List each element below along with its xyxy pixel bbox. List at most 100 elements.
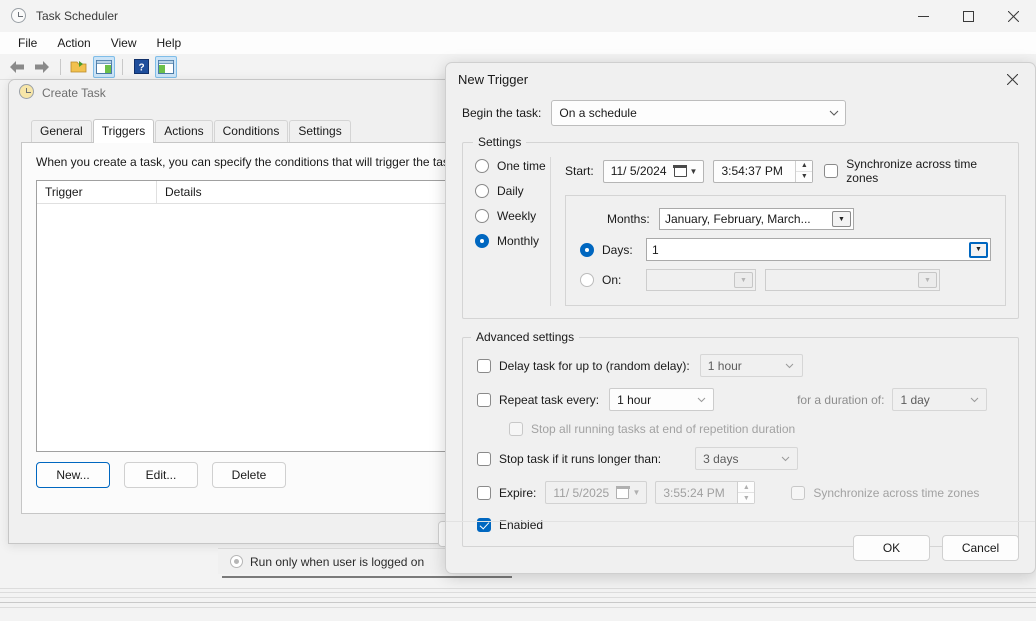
radio-indicator	[475, 209, 489, 223]
repeat-task-checkbox[interactable]	[477, 392, 491, 407]
begin-task-value: On a schedule	[559, 106, 637, 120]
menu-view[interactable]: View	[101, 33, 147, 53]
ok-button[interactable]: OK	[853, 534, 930, 561]
start-row: Start: 11/ 5/2024 ▼ 3:54:37 PM ▲ ▼ Synch…	[565, 157, 1006, 185]
duration-select[interactable]: 1 day	[892, 388, 988, 411]
sync-timezones-row[interactable]: Synchronize across time zones	[824, 157, 1006, 185]
repeat-interval-select[interactable]: 1 hour	[609, 388, 715, 411]
stop-all-tasks-checkbox[interactable]	[509, 422, 523, 436]
sync-timezones-checkbox[interactable]	[824, 164, 839, 178]
cancel-button[interactable]: Cancel	[942, 534, 1019, 561]
radio-weekly-label: Weekly	[497, 209, 537, 223]
dropdown-arrow-icon[interactable]: ▼	[918, 272, 937, 288]
stop-longer-label: Stop task if it runs longer than:	[499, 451, 662, 466]
repeat-task-label: Repeat task every:	[499, 392, 600, 407]
days-row: Days: 1 ▼	[580, 238, 991, 261]
expire-date-value: 11/ 5/2025	[553, 485, 610, 500]
minimize-button[interactable]	[901, 0, 946, 32]
spinner-up-icon[interactable]: ▲	[796, 160, 813, 172]
new-trigger-button[interactable]: New...	[36, 462, 110, 488]
radio-run-only-when-logged-on[interactable]	[230, 555, 243, 568]
radio-one-time[interactable]: One time	[475, 159, 550, 173]
stop-longer-checkbox[interactable]	[477, 451, 491, 466]
column-header-trigger[interactable]: Trigger	[37, 181, 157, 203]
new-trigger-dialog: New Trigger Begin the task: On a schedul…	[445, 62, 1036, 574]
tab-actions[interactable]: Actions	[155, 120, 213, 142]
back-icon[interactable]	[6, 56, 28, 78]
show-pane-right-icon[interactable]	[155, 55, 177, 78]
new-trigger-body: Begin the task: On a schedule Settings O…	[446, 100, 1035, 547]
radio-on[interactable]	[580, 273, 594, 287]
radio-weekly[interactable]: Weekly	[475, 209, 550, 223]
tab-conditions[interactable]: Conditions	[213, 120, 289, 142]
stop-longer-row: Stop task if it runs longer than: 3 days	[477, 447, 1004, 470]
maximize-button[interactable]	[946, 0, 991, 32]
chevron-down-icon: ▼	[632, 488, 641, 497]
delay-duration-select[interactable]: 1 hour	[699, 354, 803, 377]
start-time-field[interactable]: 3:54:37 PM ▲ ▼	[713, 159, 814, 183]
radio-indicator	[475, 184, 489, 198]
tab-triggers[interactable]: Triggers	[92, 119, 155, 143]
months-value: January, February, March...	[665, 212, 811, 226]
tab-general[interactable]: General	[31, 120, 92, 142]
expire-time-field[interactable]: 3:55:24 PM ▲ ▼	[655, 481, 756, 504]
edit-trigger-button[interactable]: Edit...	[124, 462, 198, 488]
radio-monthly-label: Monthly	[497, 234, 540, 248]
clock-icon	[19, 84, 34, 102]
column-header-details[interactable]: Details	[157, 181, 457, 203]
on-weekday-select[interactable]: ▼	[765, 269, 940, 291]
time-spinner[interactable]: ▲ ▼	[795, 160, 813, 182]
radio-daily-label: Daily	[497, 184, 524, 198]
months-row: Months: January, February, March... ▼	[580, 208, 991, 230]
caption-buttons	[901, 0, 1036, 32]
background-divider	[222, 576, 512, 578]
expire-time-spinner[interactable]: ▲ ▼	[737, 482, 755, 503]
expire-sync-row[interactable]: Synchronize across time zones	[791, 485, 979, 500]
menu-action[interactable]: Action	[47, 33, 100, 53]
days-input[interactable]: 1 ▼	[646, 238, 991, 261]
tab-settings[interactable]: Settings	[289, 120, 351, 142]
show-pane-left-icon[interactable]	[93, 55, 115, 78]
delete-trigger-button[interactable]: Delete	[212, 462, 286, 488]
settings-group-title: Settings	[473, 135, 527, 149]
expire-label: Expire:	[499, 485, 537, 500]
sync-timezones-label: Synchronize across time zones	[846, 157, 977, 185]
radio-daily[interactable]: Daily	[475, 184, 550, 198]
help-icon[interactable]: ?	[130, 56, 152, 78]
forward-icon[interactable]	[31, 56, 53, 78]
expire-row: Expire: 11/ 5/2025 ▼ 3:55:24 PM ▲ ▼ Sync…	[477, 481, 1004, 504]
menu-file[interactable]: File	[8, 33, 47, 53]
duration-value: 1 day	[900, 392, 930, 407]
close-icon[interactable]	[993, 65, 1031, 93]
dropdown-arrow-icon[interactable]: ▼	[969, 241, 988, 258]
advanced-settings-group: Advanced settings Delay task for up to (…	[462, 330, 1019, 547]
stop-longer-select[interactable]: 3 days	[695, 447, 799, 470]
radio-days[interactable]	[580, 242, 594, 257]
radio-indicator	[475, 159, 489, 173]
background-window-edge	[0, 588, 1036, 621]
dropdown-arrow-icon[interactable]: ▼	[734, 272, 753, 288]
monthly-options-box: Months: January, February, March... ▼ Da…	[565, 195, 1006, 306]
on-label: On:	[602, 273, 622, 287]
stop-all-tasks-row: Stop all running tasks at end of repetit…	[509, 422, 1004, 436]
spinner-down-icon[interactable]: ▼	[796, 171, 813, 182]
advanced-settings-inner: Delay task for up to (random delay): 1 h…	[463, 338, 1018, 546]
expire-checkbox[interactable]	[477, 485, 491, 500]
spinner-up-icon[interactable]: ▲	[738, 482, 755, 493]
open-folder-icon[interactable]	[68, 56, 90, 78]
on-row: On: ▼ ▼	[580, 269, 991, 291]
expire-date-field[interactable]: 11/ 5/2025 ▼	[545, 481, 648, 504]
on-occurrence-select[interactable]: ▼	[646, 269, 756, 291]
new-trigger-title: New Trigger	[458, 72, 529, 87]
expire-sync-checkbox[interactable]	[791, 485, 806, 500]
months-select[interactable]: January, February, March... ▼	[659, 208, 854, 230]
begin-task-select[interactable]: On a schedule	[551, 100, 847, 126]
close-button[interactable]	[991, 0, 1036, 32]
start-date-field[interactable]: 11/ 5/2024 ▼	[602, 159, 705, 183]
dropdown-arrow-icon[interactable]: ▼	[832, 211, 851, 227]
menu-help[interactable]: Help	[147, 33, 192, 53]
spinner-down-icon[interactable]: ▼	[738, 493, 755, 503]
delay-task-checkbox[interactable]	[477, 358, 491, 373]
radio-monthly[interactable]: Monthly	[475, 234, 550, 248]
chevron-down-icon	[689, 395, 713, 405]
